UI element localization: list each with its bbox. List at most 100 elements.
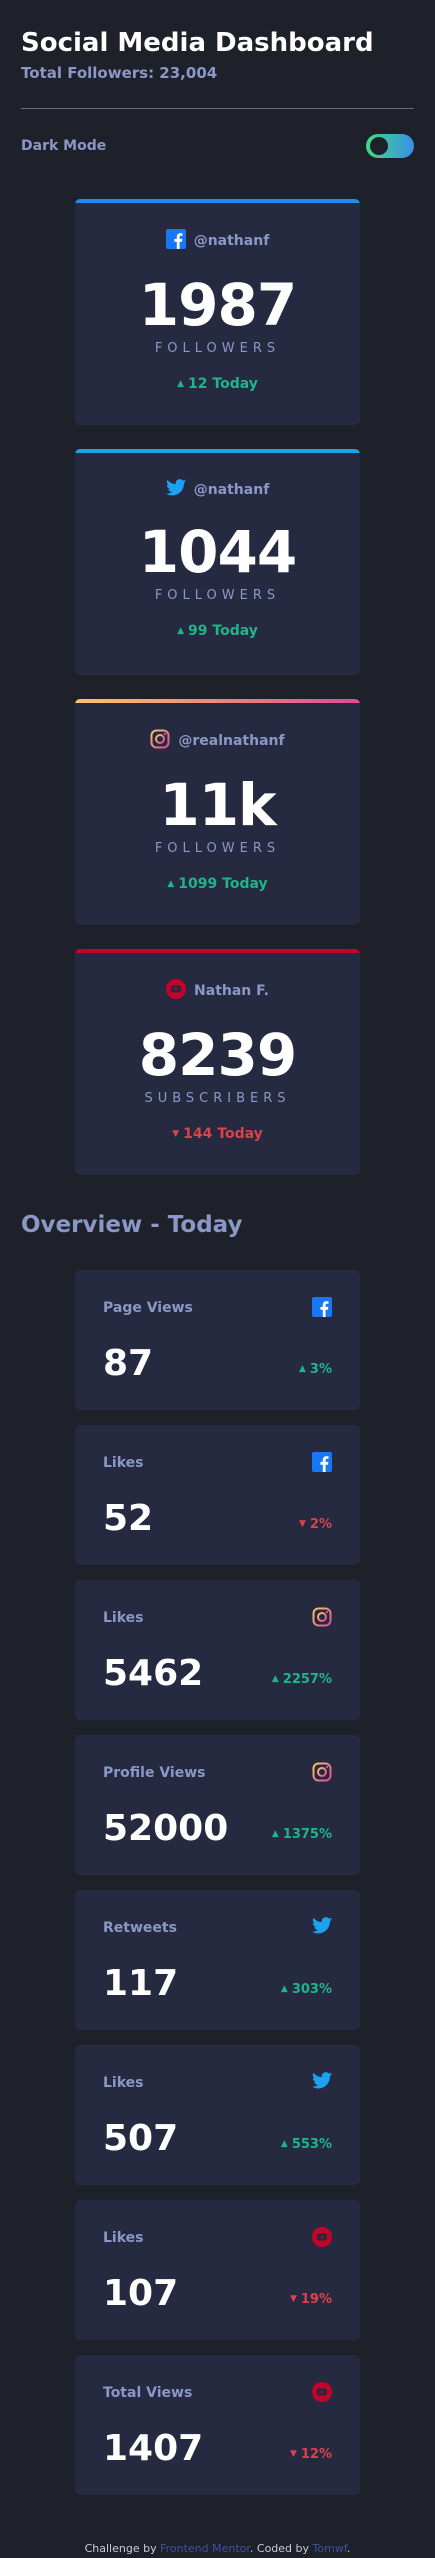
up-arrow-icon: ▲ bbox=[167, 879, 175, 889]
divider bbox=[21, 108, 414, 109]
overview-card[interactable]: Likes 507 ▲ 553% bbox=[75, 2045, 360, 2185]
up-arrow-icon: ▲ bbox=[280, 1984, 288, 1994]
up-arrow-icon: ▲ bbox=[299, 1364, 306, 1374]
metric-label: Likes bbox=[103, 2230, 144, 2246]
youtube-icon bbox=[166, 979, 187, 1003]
footer-suffix: . bbox=[346, 2542, 351, 2555]
handle-row: @nathanf bbox=[75, 479, 360, 500]
metric-delta: ▼ 19% bbox=[290, 2292, 332, 2307]
twitter-icon bbox=[165, 479, 186, 500]
card-top-bar bbox=[75, 699, 360, 703]
instagram-icon bbox=[312, 1607, 332, 1631]
handle: @nathanf bbox=[193, 233, 270, 249]
frontend-mentor-link[interactable]: Frontend Mentor bbox=[160, 2542, 250, 2555]
card-top-bar bbox=[75, 199, 360, 203]
metric-label: Likes bbox=[103, 1455, 144, 1471]
followers-card-twitter[interactable]: @nathanf 1044 FOLLOWERS ▲ 99 Today bbox=[75, 449, 360, 675]
metric-delta: ▼ 2% bbox=[299, 1517, 332, 1532]
overview-title: Overview - Today bbox=[21, 1212, 243, 1238]
card-top-bar bbox=[75, 449, 360, 453]
overview-card[interactable]: Page Views 87 ▲ 3% bbox=[75, 1270, 360, 1410]
follower-count: 1044 bbox=[138, 518, 297, 586]
follower-label: FOLLOWERS bbox=[154, 588, 281, 603]
delta-value: 144 Today bbox=[183, 1126, 263, 1142]
metric-delta: ▲ 2257% bbox=[272, 1672, 332, 1687]
dark-mode-toggle[interactable] bbox=[366, 134, 414, 158]
delta-value: 2257% bbox=[282, 1672, 332, 1687]
instagram-icon bbox=[312, 1762, 332, 1786]
up-arrow-icon: ▲ bbox=[271, 1829, 279, 1839]
metric-delta: ▲ 3% bbox=[299, 1362, 332, 1377]
card-top-bar bbox=[75, 949, 360, 953]
follower-count: 1987 bbox=[138, 271, 297, 339]
youtube-icon bbox=[312, 2227, 332, 2251]
metric-delta: ▼ 12% bbox=[290, 2447, 332, 2462]
up-arrow-icon: ▲ bbox=[280, 2139, 288, 2149]
metric-count: 5462 bbox=[103, 1653, 204, 1694]
follower-label: FOLLOWERS bbox=[154, 341, 281, 356]
instagram-icon bbox=[150, 729, 170, 753]
metric-label: Retweets bbox=[103, 1920, 177, 1936]
handle: @realnathanf bbox=[178, 733, 285, 749]
metric-delta: ▲ 303% bbox=[281, 1982, 332, 1997]
down-arrow-icon: ▼ bbox=[289, 2294, 297, 2304]
facebook-icon bbox=[312, 1297, 332, 1321]
overview-card[interactable]: Likes 52 ▼ 2% bbox=[75, 1425, 360, 1565]
handle-row: @realnathanf bbox=[75, 729, 360, 753]
delta-value: 12 Today bbox=[188, 376, 258, 392]
follower-label: FOLLOWERS bbox=[154, 841, 281, 856]
metric-count: 87 bbox=[103, 1343, 154, 1384]
up-arrow-icon: ▲ bbox=[177, 379, 185, 389]
delta-value: 99 Today bbox=[188, 623, 258, 639]
up-arrow-icon: ▲ bbox=[177, 626, 185, 636]
metric-delta: ▲ 553% bbox=[281, 2137, 332, 2152]
delta-value: 1099 Today bbox=[178, 876, 268, 892]
overview-card[interactable]: Retweets 117 ▲ 303% bbox=[75, 1890, 360, 2030]
metric-count: 52000 bbox=[103, 1808, 229, 1849]
followers-card-facebook[interactable]: @nathanf 1987 FOLLOWERS ▲ 12 Today bbox=[75, 199, 360, 425]
follower-delta: ▲ 12 Today bbox=[75, 376, 360, 392]
followers-card-youtube[interactable]: Nathan F. 8239 SUBSCRIBERS ▼ 144 Today bbox=[75, 949, 360, 1175]
overview-card[interactable]: Likes 5462 ▲ 2257% bbox=[75, 1580, 360, 1720]
delta-value: 12% bbox=[300, 2447, 332, 2462]
footer-prefix: Challenge by bbox=[84, 2542, 161, 2555]
delta-value: 303% bbox=[291, 1982, 332, 1997]
author-link[interactable]: Tomwf bbox=[313, 2542, 347, 2555]
metric-label: Likes bbox=[103, 1610, 144, 1626]
delta-value: 2% bbox=[309, 1517, 332, 1532]
dark-mode-row: Dark Mode bbox=[21, 134, 414, 158]
handle-row: Nathan F. bbox=[75, 979, 360, 1003]
follower-delta: ▼ 144 Today bbox=[75, 1126, 360, 1142]
down-arrow-icon: ▼ bbox=[299, 1519, 306, 1529]
overview-card[interactable]: Likes 107 ▼ 19% bbox=[75, 2200, 360, 2340]
overview-card[interactable]: Profile Views 52000 ▲ 1375% bbox=[75, 1735, 360, 1875]
follower-count: 11k bbox=[159, 771, 276, 839]
handle: @nathanf bbox=[193, 481, 270, 498]
facebook-icon bbox=[165, 229, 186, 253]
handle: Nathan F. bbox=[194, 983, 269, 999]
follower-delta: ▲ 99 Today bbox=[75, 623, 360, 639]
follower-delta: ▲ 1099 Today bbox=[75, 876, 360, 892]
header: Social Media Dashboard Total Followers: … bbox=[21, 26, 414, 82]
page-title: Social Media Dashboard bbox=[21, 28, 374, 58]
delta-value: 19% bbox=[300, 2292, 332, 2307]
metric-label: Page Views bbox=[103, 1300, 193, 1316]
handle-row: @nathanf bbox=[75, 229, 360, 253]
delta-value: 3% bbox=[309, 1362, 332, 1377]
metric-count: 52 bbox=[103, 1498, 154, 1539]
followers-card-instagram[interactable]: @realnathanf 11k FOLLOWERS ▲ 1099 Today bbox=[75, 699, 360, 925]
metric-count: 117 bbox=[103, 1963, 179, 2004]
youtube-icon bbox=[312, 2382, 332, 2406]
metric-label: Total Views bbox=[103, 2385, 193, 2401]
overview-card[interactable]: Total Views 1407 ▼ 12% bbox=[75, 2355, 360, 2495]
twitter-icon bbox=[312, 2072, 332, 2093]
down-arrow-icon: ▼ bbox=[289, 2449, 297, 2459]
toggle-knob bbox=[370, 137, 388, 155]
metric-count: 107 bbox=[103, 2273, 179, 2314]
footer-middle: . Coded by bbox=[249, 2542, 313, 2555]
dark-mode-label: Dark Mode bbox=[21, 138, 107, 154]
metric-count: 507 bbox=[103, 2118, 179, 2159]
metric-label: Likes bbox=[103, 2075, 144, 2091]
twitter-icon bbox=[312, 1917, 332, 1938]
facebook-icon bbox=[312, 1452, 332, 1476]
